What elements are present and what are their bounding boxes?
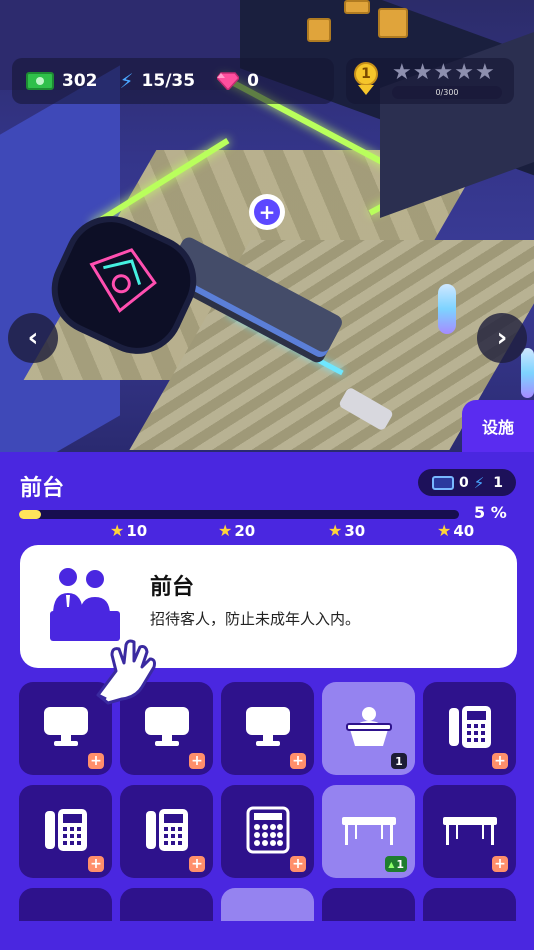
cash-icon [26, 72, 54, 90]
table-icon [441, 813, 499, 851]
lightning-icon: ⚡ [473, 473, 485, 492]
add-badge-icon: + [492, 753, 508, 769]
ticket-cost: 0 [459, 474, 469, 491]
chevron-right-icon: › [496, 323, 508, 353]
facility-panel: 前台 0 ⚡ 1 5 % ★ 10 ★ 20 ★ 30 ★ 40 前台 招待客人，防止未… [0, 452, 534, 950]
rank-progress-label: 0/300 [435, 88, 459, 97]
star-icon: ★ [412, 60, 433, 85]
item-name: 前台 [150, 575, 195, 600]
add-marker-icon[interactable]: + [249, 194, 285, 230]
star-icon: ★ [110, 521, 125, 540]
item-tile[interactable]: + [423, 682, 516, 775]
milestone-2: ★ 20 [218, 521, 256, 540]
rank-progress: 0/300 [392, 86, 502, 99]
gem-value: 0 [247, 71, 259, 91]
item-grid: + + +1 + + + +1 + [19, 682, 519, 950]
progress-fill [19, 510, 41, 519]
add-badge-icon: + [290, 753, 306, 769]
rank-stars: ★ ★ ★ ★ ★ [392, 60, 495, 85]
medal-icon: 1 [354, 62, 378, 86]
add-badge-icon: + [189, 856, 205, 872]
add-badge-icon: + [88, 856, 104, 872]
previous-arrow-button[interactable]: ‹ [8, 313, 58, 363]
item-tile[interactable]: + [221, 785, 314, 878]
add-badge-icon: + [290, 856, 306, 872]
item-tile[interactable]: + [120, 785, 213, 878]
reception-icon [50, 568, 120, 641]
reception-bell-icon [345, 704, 393, 754]
star-icon: ★ [433, 60, 454, 85]
star-icon: ★ [474, 60, 495, 85]
monitor-icon [244, 705, 292, 753]
upgrade-count-badge: 1 [385, 856, 407, 872]
facility-tab-label: 设施 [481, 418, 514, 437]
game-scene[interactable]: + 302 ⚡ 15/35 0 1 ★ ★ ★ ★ ★ 0/300 ‹ › 设施 [0, 0, 534, 452]
add-badge-icon: + [492, 856, 508, 872]
item-tile[interactable]: + [221, 682, 314, 775]
resource-bar: 302 ⚡ 15/35 0 [12, 58, 334, 104]
rank-panel[interactable]: 1 ★ ★ ★ ★ ★ 0/300 [346, 58, 514, 104]
milestone-3: ★ 30 [328, 521, 366, 540]
phone-icon [144, 807, 190, 857]
chevron-left-icon: ‹ [27, 323, 39, 353]
gem-icon [217, 72, 240, 90]
item-tile[interactable]: + [423, 785, 516, 878]
phone-icon [447, 704, 493, 754]
lightning-icon: ⚡ [119, 69, 134, 93]
progress-percent: 5 % [474, 503, 507, 522]
star-icon: ★ [437, 521, 452, 540]
bottom-bar [0, 921, 534, 950]
monitor-icon [143, 705, 191, 753]
phone-icon [43, 807, 89, 857]
calculator-icon [245, 806, 291, 858]
add-badge-icon: + [88, 753, 104, 769]
facility-tab[interactable]: 设施 [462, 400, 534, 452]
table-icon [340, 813, 398, 851]
milestone-4: ★ 40 [437, 521, 475, 540]
panel-title: 前台 [20, 476, 65, 501]
star-icon: ★ [392, 60, 412, 85]
owned-count-badge: 1 [391, 753, 407, 769]
item-tile[interactable]: 1 [322, 682, 415, 775]
gem-display: 0 [217, 71, 259, 91]
star-icon: ★ [328, 521, 343, 540]
energy-value: 15/35 [141, 71, 196, 91]
ticket-icon [432, 475, 454, 490]
energy-cost: 1 [493, 474, 504, 491]
energy-display: ⚡ 15/35 [120, 69, 196, 93]
item-description: 招待客人，防止未成年人入内。 [150, 610, 361, 628]
item-tile[interactable]: + [19, 785, 112, 878]
cash-value: 302 [62, 71, 98, 91]
milestone-1: ★ 10 [110, 521, 148, 540]
next-arrow-button[interactable]: › [477, 313, 527, 363]
monitor-icon [42, 705, 90, 753]
tutorial-hand-icon [96, 639, 156, 705]
add-badge-icon: + [189, 753, 205, 769]
item-tile[interactable]: 1 [322, 785, 415, 878]
star-icon: ★ [218, 521, 233, 540]
cash-display: 302 [26, 71, 98, 91]
cost-pill: 0 ⚡ 1 [418, 469, 516, 496]
progress-bar [19, 510, 459, 519]
star-icon: ★ [454, 60, 474, 85]
